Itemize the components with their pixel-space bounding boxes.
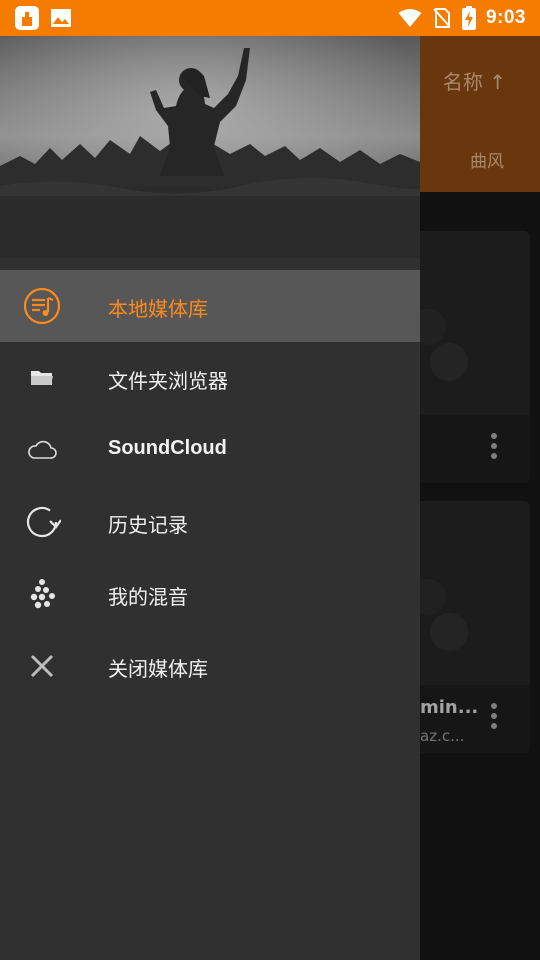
nav-item-local-library[interactable]: 本地媒体库 — [0, 270, 420, 342]
nav-label: 文件夹浏览器 — [108, 369, 228, 393]
drawer-header-image — [0, 36, 420, 258]
mix-icon — [22, 574, 62, 614]
nav-label: 本地媒体库 — [108, 297, 208, 321]
nav-label: SoundCloud — [108, 437, 227, 459]
notification-app-icon — [14, 5, 40, 31]
nav-item-soundcloud[interactable]: SoundCloud — [0, 414, 420, 486]
close-icon — [22, 646, 62, 686]
nav-item-close-library[interactable]: 关闭媒体库 — [0, 630, 420, 702]
nav-item-my-mixes[interactable]: 我的混音 — [0, 558, 420, 630]
nav-label: 我的混音 — [108, 585, 188, 609]
folder-icon — [22, 358, 62, 398]
nav-label: 关闭媒体库 — [108, 657, 208, 681]
drawer-nav-list: 本地媒体库 文件夹浏览器 SoundCloud 历史记录 我的混音 关闭媒体库 — [0, 270, 420, 702]
status-bar: 9:03 — [0, 0, 540, 36]
navigation-drawer: 本地媒体库 文件夹浏览器 SoundCloud 历史记录 我的混音 关闭媒体库 — [0, 36, 420, 960]
nav-label: 历史记录 — [108, 513, 188, 537]
cloud-icon — [22, 430, 62, 470]
nav-item-folder-browser[interactable]: 文件夹浏览器 — [0, 342, 420, 414]
history-icon — [22, 502, 62, 542]
status-time: 9:03 — [485, 7, 526, 28]
no-sim-icon — [432, 7, 452, 29]
wifi-icon — [398, 8, 422, 28]
music-library-icon — [22, 286, 62, 326]
image-notification-icon — [50, 7, 72, 29]
screen: 9:03 名称 ↑ 曲风 min... az.c... 本地媒体库 文件夹浏览器… — [0, 0, 540, 960]
nav-item-history[interactable]: 历史记录 — [0, 486, 420, 558]
battery-charging-icon — [461, 6, 476, 30]
